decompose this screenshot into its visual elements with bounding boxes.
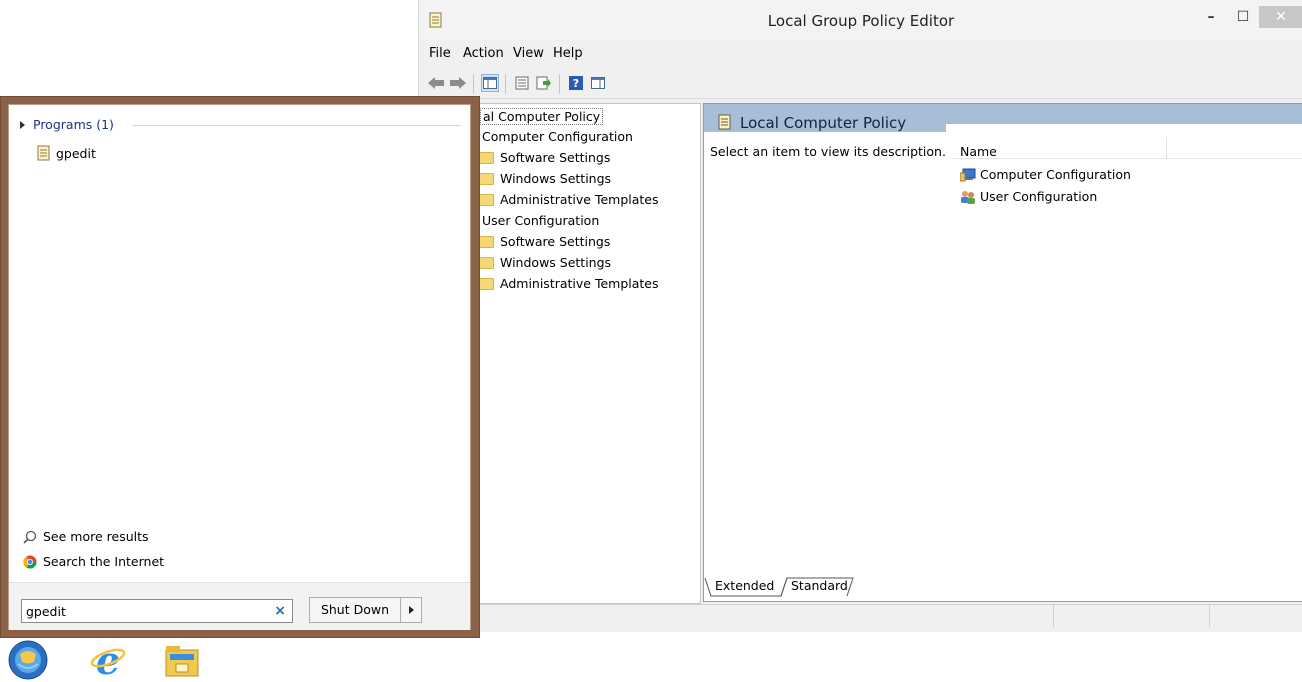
toolbar-separator [505, 74, 506, 94]
tree-node-computer-configuration[interactable]: Computer Configuration [482, 129, 633, 144]
view-tabs: Extended Standard [703, 576, 1302, 600]
users-icon [961, 190, 975, 204]
forward-arrow-icon[interactable] [449, 74, 467, 92]
search-result-gpedit[interactable]: gpedit [37, 145, 96, 161]
folder-icon [478, 235, 494, 248]
properties-icon[interactable] [513, 74, 531, 92]
tree-node-label: Computer Configuration [482, 129, 633, 144]
taskbar: e [0, 638, 1302, 682]
item-description: Select an item to view its description. [710, 144, 946, 159]
shut-down-button[interactable]: Shut Down [309, 597, 401, 623]
show-hide-tree-icon[interactable] [481, 74, 499, 92]
chevron-right-icon [409, 606, 414, 614]
tree-node-local-computer-policy[interactable]: al Computer Policy [480, 108, 604, 125]
tree-node-label: al Computer Policy [483, 109, 601, 124]
programs-group-heading[interactable]: Programs (1) [17, 117, 114, 132]
policy-document-icon [718, 114, 731, 133]
search-icon [23, 530, 37, 544]
shut-down-options-button[interactable] [400, 597, 422, 623]
column-header-name[interactable]: Name [960, 144, 997, 159]
show-action-pane-icon[interactable] [589, 74, 607, 92]
tree-node-label: Software Settings [500, 234, 611, 249]
search-internet-link[interactable]: Search the Internet [23, 554, 164, 569]
help-icon[interactable]: ? [567, 74, 585, 92]
console-tree: al Computer Policy Computer Configuratio… [477, 103, 701, 604]
chrome-icon [23, 555, 37, 569]
column-divider[interactable] [1166, 137, 1167, 159]
tree-node-label: Administrative Templates [500, 276, 659, 291]
toolbar-separator [473, 74, 474, 94]
computer-icon [960, 168, 976, 181]
group-policy-editor-window: Local Group Policy Editor – ☐ ✕ File Act… [418, 0, 1302, 632]
toolbar: ? [419, 68, 1302, 99]
tree-node-label: User Configuration [482, 213, 600, 228]
programs-heading-label: Programs (1) [33, 117, 114, 132]
toolbar-separator [559, 74, 560, 94]
tree-node-computer-administrative-templates[interactable]: Administrative Templates [478, 192, 659, 207]
export-list-icon[interactable] [535, 74, 553, 92]
tab-extended[interactable]: Extended [715, 578, 774, 593]
status-bar [477, 604, 1302, 627]
policy-document-icon [37, 145, 50, 161]
tree-node-label: Windows Settings [500, 255, 612, 270]
start-menu-panel: Programs (1) gpedit See more results Sea… [8, 104, 471, 630]
menu-file[interactable]: File [429, 46, 451, 61]
status-cell [1209, 605, 1210, 627]
see-more-results-link[interactable]: See more results [23, 529, 149, 544]
status-cell [1053, 605, 1054, 627]
start-orb-icon[interactable] [6, 638, 50, 682]
tree-node-computer-software-settings[interactable]: Software Settings [478, 150, 610, 165]
clear-search-button[interactable]: × [274, 603, 286, 619]
start-menu: Programs (1) gpedit See more results Sea… [0, 96, 480, 638]
internet-explorer-icon[interactable]: e [86, 638, 130, 682]
menu-action[interactable]: Action [463, 46, 504, 61]
list-item-computer-configuration[interactable]: Computer Configuration [960, 167, 1131, 182]
divider [133, 125, 461, 126]
list-item-user-configuration[interactable]: User Configuration [960, 189, 1097, 204]
folder-icon [478, 193, 494, 206]
tree-node-user-windows-settings[interactable]: Windows Settings [478, 255, 611, 270]
maximize-button[interactable]: ☐ [1229, 6, 1257, 28]
see-more-results-label: See more results [43, 529, 149, 544]
tree-node-label: Software Settings [500, 150, 611, 165]
list-item-label: User Configuration [980, 189, 1098, 204]
detail-title: Local Computer Policy [740, 114, 907, 132]
menu-help[interactable]: Help [553, 46, 583, 61]
tab-standard[interactable]: Standard [791, 578, 848, 593]
back-arrow-icon[interactable] [427, 74, 445, 92]
search-result-label: gpedit [56, 145, 96, 161]
start-search-band: gpedit × Shut Down [9, 582, 470, 630]
expand-arrow-icon [20, 120, 25, 129]
search-input-value: gpedit [26, 604, 66, 619]
folder-icon [478, 256, 494, 269]
menu-view[interactable]: View [513, 46, 544, 61]
folder-icon [478, 277, 494, 290]
start-search-input[interactable]: gpedit × [21, 599, 293, 623]
window-title: Local Group Policy Editor [767, 12, 955, 30]
menu-bar: File Action View Help [419, 42, 1302, 64]
close-button[interactable]: ✕ [1259, 6, 1302, 28]
tree-node-user-configuration[interactable]: User Configuration [482, 213, 599, 228]
folder-icon [478, 151, 494, 164]
svg-text:?: ? [573, 77, 579, 90]
list-item-label: Computer Configuration [980, 167, 1131, 182]
tree-node-user-administrative-templates[interactable]: Administrative Templates [478, 276, 659, 291]
title-bar[interactable]: Local Group Policy Editor – ☐ ✕ [419, 0, 1302, 40]
search-internet-label: Search the Internet [43, 554, 165, 569]
file-explorer-icon[interactable] [160, 638, 204, 682]
detail-pane: Local Computer Policy Select an item to … [703, 103, 1302, 602]
tree-node-label: Windows Settings [500, 171, 612, 186]
tree-node-user-software-settings[interactable]: Software Settings [478, 234, 610, 249]
folder-icon [478, 172, 494, 185]
list-column-header: Name [952, 134, 1302, 159]
minimize-button[interactable]: – [1197, 6, 1225, 28]
tree-node-label: Administrative Templates [500, 192, 659, 207]
tree-node-computer-windows-settings[interactable]: Windows Settings [478, 171, 611, 186]
